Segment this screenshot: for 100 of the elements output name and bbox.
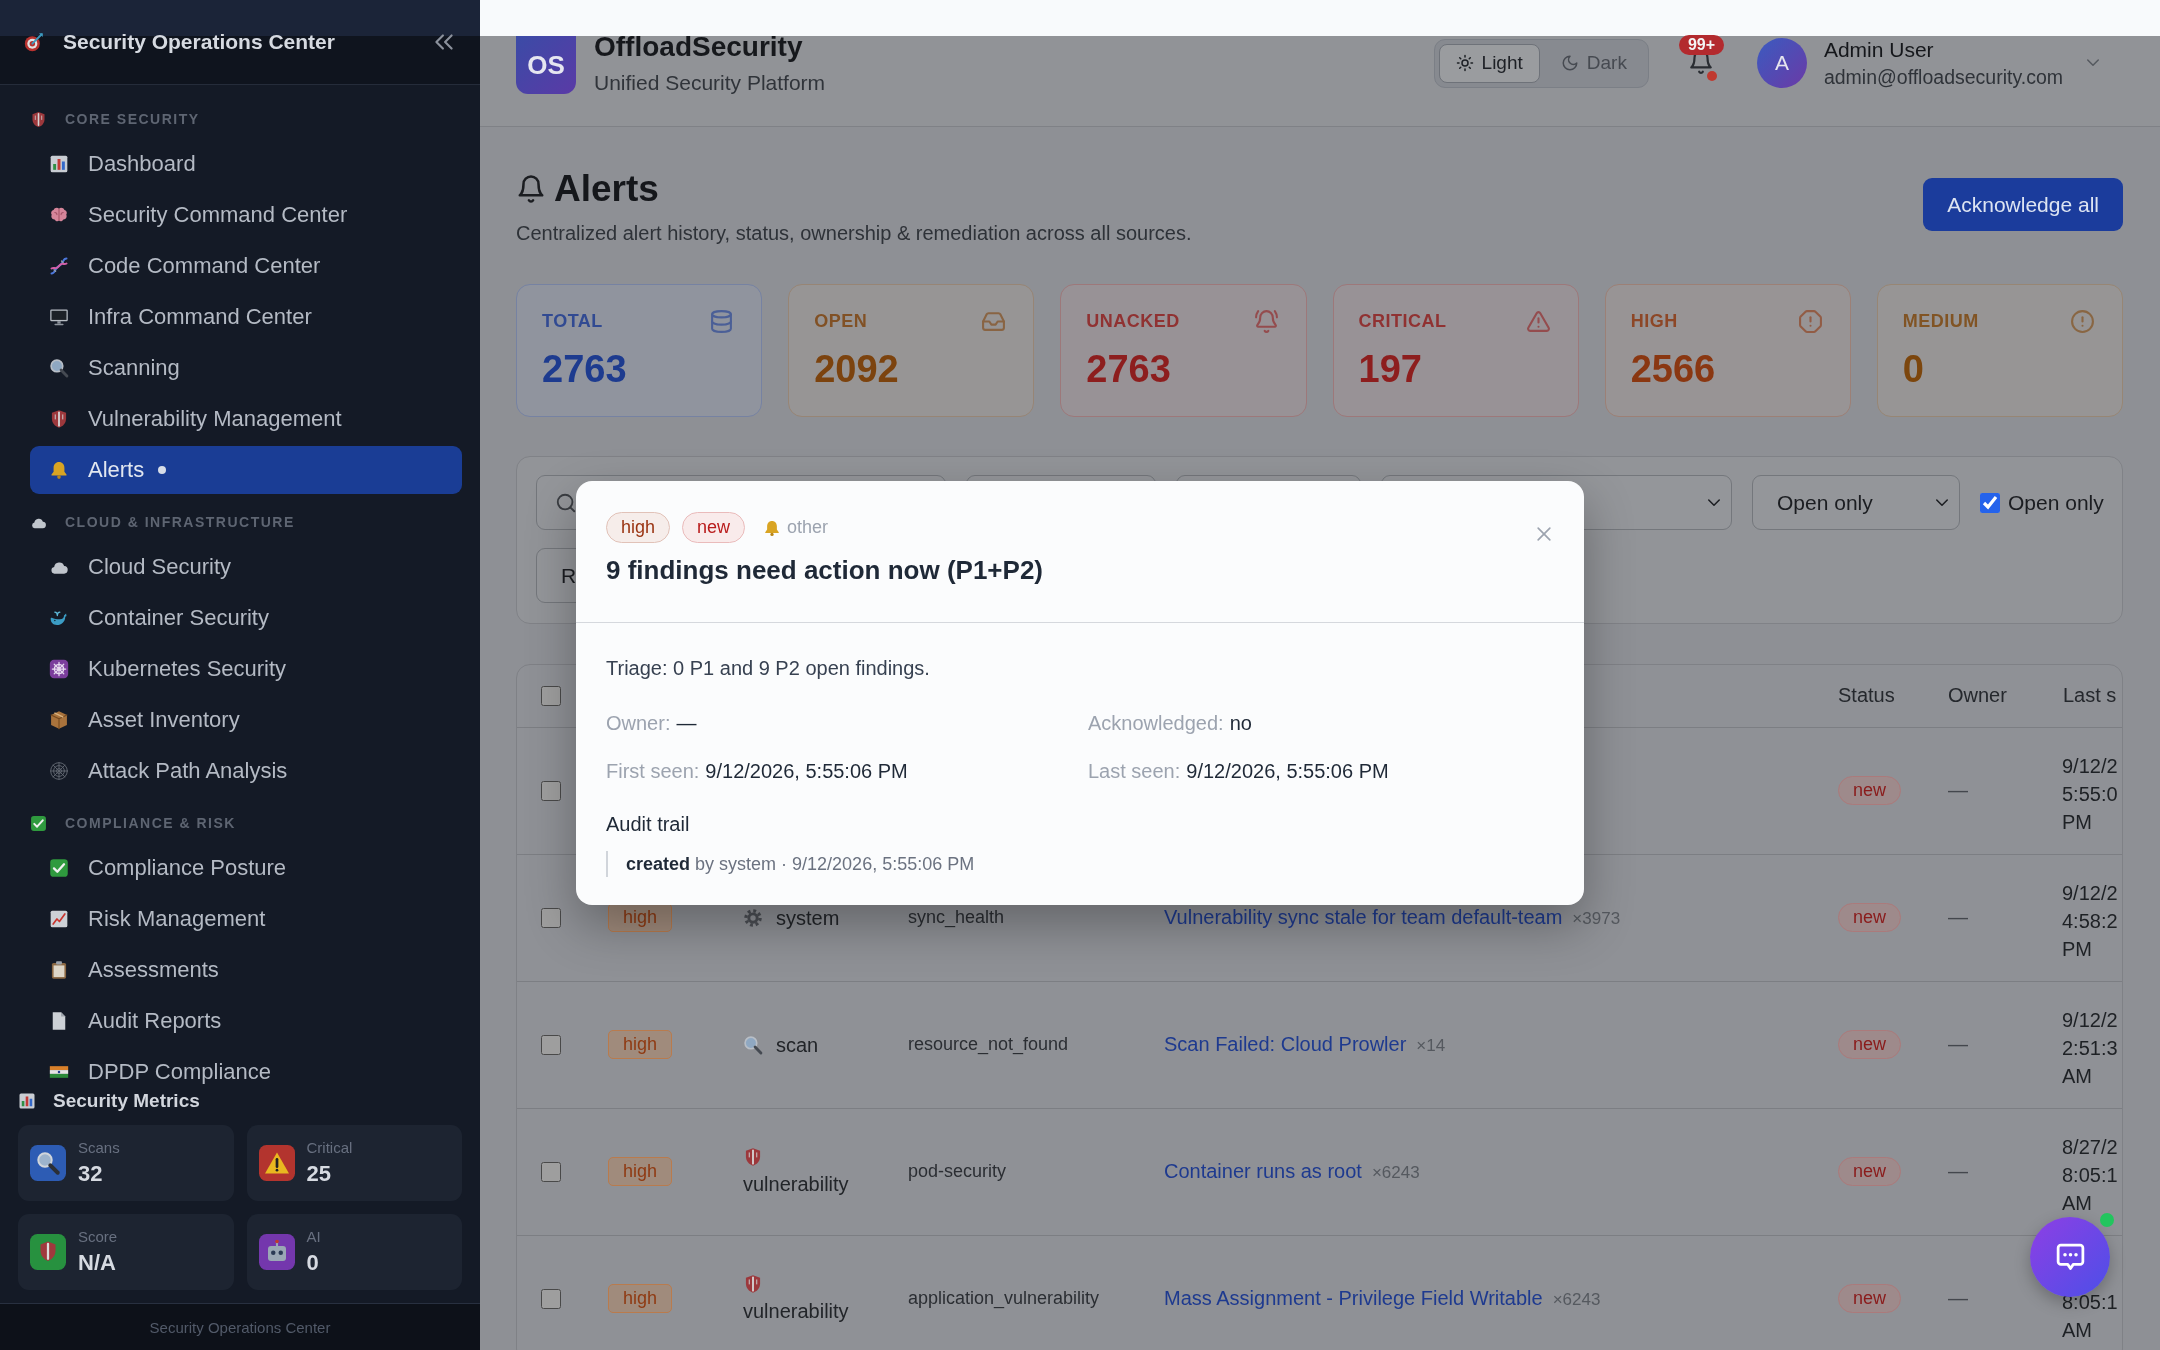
source-label: vulnerability [743,1171,849,1197]
moon-icon [1560,54,1579,72]
nav-item[interactable]: Asset Inventory [30,696,462,744]
source-label: other [787,517,829,538]
metric-label: AI [306,1227,321,1247]
severity-badge: high [608,903,673,932]
category-label: application_vulnerability [908,1288,1100,1309]
notification-badge: 99+ [1678,35,1725,55]
section-heading: COMPLIANCE & RISK [65,815,236,831]
acknowledge-all-button[interactable]: Acknowledge all [1923,178,2123,231]
owner-label: — [1948,1287,1968,1310]
nav-item[interactable]: Security Command Center [30,191,462,239]
audit-entry: created by system · 9/12/2026, 5:55:06 PM [606,851,1554,877]
nav-item[interactable]: DPDP Compliance [30,1048,462,1088]
source-label: scan [776,1032,819,1058]
checkbox-label[interactable]: Open only [2008,490,2104,515]
nav-item[interactable]: Attack Path Analysis [30,747,462,795]
close-icon[interactable] [1534,524,1554,544]
occurrence-count: ×6243 [1371,1163,1420,1182]
category-label: resource_not_found [908,1034,1069,1054]
checkbox[interactable] [541,1288,561,1309]
occurrence-count: ×6243 [1552,1290,1601,1310]
warning-icon [1525,308,1551,334]
column-header: Last s [2063,684,2117,707]
shield-icon [30,1234,66,1270]
checkbox[interactable] [541,780,561,801]
stat-label: TOTAL [542,310,603,332]
metric-label: Critical [306,1138,353,1158]
package-icon [49,710,69,730]
user-email: admin@offloadsecurity.com [1823,66,2063,88]
nav-item[interactable]: Audit Reports [30,997,462,1045]
bell-ring-icon [1253,308,1279,334]
nav-item[interactable]: Risk Management [30,895,462,943]
shield-icon [49,409,69,429]
category-label: sync_health [908,907,1005,927]
stat-label: OPEN [814,310,868,332]
field-value: 9/12/2026, 5:55:06 PM [1186,759,1389,784]
octagon-alert-icon [1797,308,1823,334]
stat-label: MEDIUM [1902,310,1979,332]
checkbox[interactable] [541,1161,561,1182]
sidebar-footer: Security Operations Center [0,1303,480,1350]
tag: new [682,512,746,543]
nav-item[interactable]: Alerts [30,446,462,494]
shield-icon [30,110,47,128]
magnifier-icon [49,358,69,378]
nav-item[interactable]: Compliance Posture [30,844,462,892]
checkbox[interactable] [541,1034,561,1055]
nav-item[interactable]: Kubernetes Security [30,645,462,693]
timestamp-label: 8/27/2 8:05:1 AM [2062,1134,2118,1216]
stat-value: 197 [1358,347,1423,391]
dialog-description: Triage: 0 P1 and 9 P2 open findings. [606,656,931,681]
status-badge: new [1838,776,1902,805]
search-icon [555,491,577,514]
select-field[interactable]: Open only [1752,475,1960,530]
theme-option[interactable]: Light [1438,43,1540,83]
nav-item[interactable]: Dashboard [30,140,462,188]
stat-value: 0 [1902,347,1925,391]
timestamp-label: 8:05:1 AM [2062,1290,2118,1343]
clipboard-icon [49,960,69,980]
shield-icon [743,1146,763,1167]
nav-item[interactable]: Scanning [30,344,462,392]
checkbox[interactable] [541,685,561,706]
bell-icon [49,460,69,480]
database-icon [709,308,735,334]
metric-value: 32 [78,1160,104,1188]
bell-icon [516,174,546,204]
helm-wheel-icon [49,659,69,679]
category-label: pod-security [908,1161,1007,1181]
nav-item[interactable]: Code Command Center [30,242,462,290]
stat-value: 2763 [1086,347,1172,391]
checkbox[interactable] [1980,492,2000,513]
field-label: Last seen: [1088,759,1181,784]
owner-label: — [1948,1033,1968,1055]
sidebar-title: Security Operations Center [63,30,336,54]
nav-item[interactable]: Vulnerability Management [30,395,462,443]
checkbox[interactable] [541,907,561,928]
owner-label: — [1948,1160,1968,1182]
stat-value: 2763 [542,347,628,391]
column-header: Owner [1948,684,2007,707]
user-name: Admin User [1823,38,1935,62]
nav-item[interactable]: Container Security [30,594,462,642]
status-badge: new [1838,903,1902,932]
shield-icon [743,1273,763,1294]
metric-value: 25 [306,1160,332,1188]
avatar[interactable]: A [1756,38,1807,88]
field-value: — [676,711,697,736]
metric-value: 0 [306,1249,320,1277]
brand-name: OffloadSecurity [594,31,804,63]
bar-chart-icon [18,1092,36,1110]
source-label: system [776,905,840,931]
logo: OS [516,36,576,94]
nav-item[interactable]: Cloud Security [30,543,462,591]
severity-badge: high [608,1284,673,1314]
metric-label: Scans [78,1138,120,1158]
circle-alert-icon [2070,308,2095,334]
field-label: Acknowledged: [1088,711,1224,736]
field-value: no [1229,711,1252,736]
metric-value: N/A [78,1249,117,1277]
nav-item[interactable]: Assessments [30,946,462,994]
nav-item[interactable]: Infra Command Center [30,293,462,341]
